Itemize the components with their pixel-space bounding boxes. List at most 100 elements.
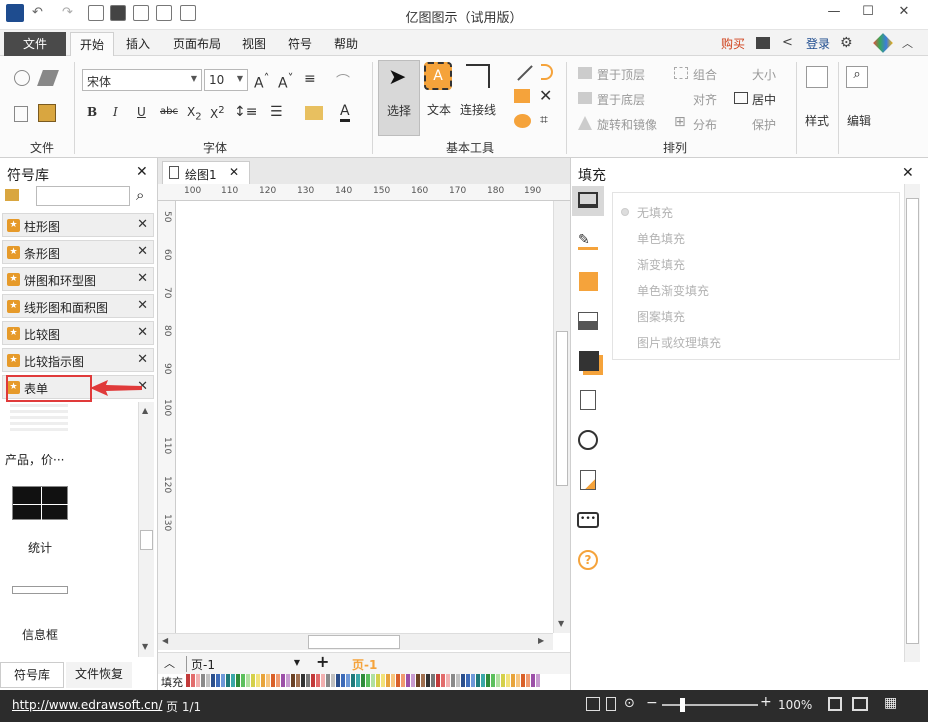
color-swatch[interactable] xyxy=(441,674,445,687)
drawing-canvas[interactable] xyxy=(177,201,553,633)
color-swatch[interactable] xyxy=(456,674,460,687)
distribute-button[interactable]: 分布 xyxy=(693,116,717,133)
help-icon[interactable]: ? xyxy=(578,550,598,570)
close-icon[interactable]: ✕ xyxy=(137,271,148,286)
file-menu[interactable]: 文件 xyxy=(4,32,66,56)
color-swatch[interactable] xyxy=(396,674,400,687)
tab-insert[interactable]: 插入 xyxy=(118,34,158,54)
settings-icon[interactable]: ⚙ xyxy=(840,35,853,51)
color-swatch[interactable] xyxy=(286,674,290,687)
close-tab-icon[interactable]: ✕ xyxy=(229,165,239,179)
fit-page-icon[interactable] xyxy=(828,697,842,711)
ellipse-icon[interactable] xyxy=(514,114,531,128)
group-button[interactable]: 组合 xyxy=(693,66,717,83)
color-swatch[interactable] xyxy=(281,674,285,687)
library-item[interactable]: ★ 条形图 ✕ xyxy=(2,240,154,264)
close-icon[interactable]: ✕ xyxy=(137,217,148,232)
color-swatch[interactable] xyxy=(386,674,390,687)
color-swatch[interactable] xyxy=(251,674,255,687)
tab-home[interactable]: 开始 xyxy=(70,32,114,56)
close-icon[interactable]: ✕ xyxy=(137,325,148,340)
color-swatch[interactable] xyxy=(341,674,345,687)
zoom-slider-thumb[interactable] xyxy=(680,698,685,712)
text-tool-icon[interactable]: A xyxy=(424,62,452,90)
color-swatch[interactable] xyxy=(196,674,200,687)
color-swatch[interactable] xyxy=(406,674,410,687)
fill-option[interactable]: 无填充 xyxy=(637,204,673,221)
color-swatch[interactable] xyxy=(516,674,520,687)
color-swatch[interactable] xyxy=(526,674,530,687)
color-swatch[interactable] xyxy=(521,674,525,687)
paste-icon[interactable] xyxy=(38,104,56,122)
color-swatch[interactable] xyxy=(266,674,270,687)
subscript-icon[interactable]: X2 xyxy=(187,105,202,122)
image-icon[interactable] xyxy=(578,312,598,330)
select-tool-button[interactable]: ➤ 选择 xyxy=(378,60,420,136)
color-swatch[interactable] xyxy=(356,674,360,687)
library-item[interactable]: ★ 柱形图 ✕ xyxy=(2,213,154,237)
color-swatch[interactable] xyxy=(231,674,235,687)
radio-no-fill[interactable] xyxy=(621,208,629,216)
align-button[interactable]: 对齐 xyxy=(693,91,717,108)
color-swatch[interactable] xyxy=(306,674,310,687)
library-item[interactable]: ★ 比较图 ✕ xyxy=(2,321,154,345)
color-swatch[interactable] xyxy=(291,674,295,687)
tab-symbol-library[interactable]: 符号库 xyxy=(0,662,64,688)
fill-option[interactable]: 图案填充 xyxy=(637,308,685,325)
color-swatch[interactable] xyxy=(451,674,455,687)
text-tool-label[interactable]: 文本 xyxy=(427,101,451,118)
color-swatch[interactable] xyxy=(471,674,475,687)
color-swatch[interactable] xyxy=(321,674,325,687)
color-swatch[interactable] xyxy=(481,674,485,687)
buy-link[interactable]: 购买 xyxy=(716,34,750,54)
shape-thumbnail[interactable] xyxy=(12,586,68,594)
font-color-icon[interactable]: A xyxy=(340,103,350,122)
color-swatch[interactable] xyxy=(486,674,490,687)
shrink-font-icon[interactable]: A˅ xyxy=(278,71,293,92)
page-select[interactable]: 页-1 ▼ xyxy=(186,656,302,672)
fill-option[interactable]: 单色填充 xyxy=(637,230,685,247)
color-swatch[interactable] xyxy=(296,674,300,687)
scrollbar[interactable]: ▲ ▼ xyxy=(138,402,154,657)
color-swatch[interactable] xyxy=(411,674,415,687)
color-swatch[interactable] xyxy=(401,674,405,687)
close-icon[interactable]: ✕ xyxy=(137,244,148,259)
spacing-icon[interactable]: ↕≡ xyxy=(234,104,257,120)
color-swatch[interactable] xyxy=(311,674,315,687)
copy-icon[interactable] xyxy=(14,106,28,122)
color-swatch[interactable] xyxy=(201,674,205,687)
fit-icon[interactable]: ⊙ xyxy=(624,696,635,711)
fill-option[interactable]: 图片或纹理填充 xyxy=(637,334,721,351)
tab-help[interactable]: 帮助 xyxy=(328,34,364,54)
color-swatch[interactable] xyxy=(416,674,420,687)
color-swatch[interactable] xyxy=(366,674,370,687)
shadow-icon[interactable] xyxy=(579,272,598,291)
center-button[interactable]: 居中 xyxy=(752,91,776,108)
color-swatch[interactable] xyxy=(536,674,540,687)
rotate-mirror-button[interactable]: 旋转和镜像 xyxy=(597,116,657,133)
fill-panel-scrollbar[interactable] xyxy=(904,184,920,662)
font-size-select[interactable]: 10 ▼ xyxy=(204,69,248,91)
color-swatch[interactable] xyxy=(381,674,385,687)
color-swatch[interactable] xyxy=(301,674,305,687)
color-swatch[interactable] xyxy=(271,674,275,687)
color-swatch[interactable] xyxy=(466,674,470,687)
grid-icon[interactable]: ▦ xyxy=(884,695,897,711)
color-swatch[interactable] xyxy=(436,674,440,687)
color-swatch[interactable] xyxy=(506,674,510,687)
color-swatch[interactable] xyxy=(376,674,380,687)
home-icon[interactable] xyxy=(5,189,19,201)
italic-icon[interactable]: I xyxy=(113,105,118,119)
color-swatch[interactable] xyxy=(346,674,350,687)
color-swatch[interactable] xyxy=(496,674,500,687)
color-swatch[interactable] xyxy=(236,674,240,687)
fill-option[interactable]: 单色渐变填充 xyxy=(637,282,709,299)
color-swatch[interactable] xyxy=(221,674,225,687)
zoom-in-icon[interactable]: + xyxy=(760,694,772,710)
color-swatch[interactable] xyxy=(461,674,465,687)
search-icon[interactable]: ⌕ xyxy=(846,66,868,88)
maximize-button[interactable]: ☐ xyxy=(854,4,882,22)
style-icon[interactable] xyxy=(806,66,828,88)
color-swatch[interactable] xyxy=(186,674,190,687)
crop-icon[interactable]: ⌗ xyxy=(540,112,548,128)
